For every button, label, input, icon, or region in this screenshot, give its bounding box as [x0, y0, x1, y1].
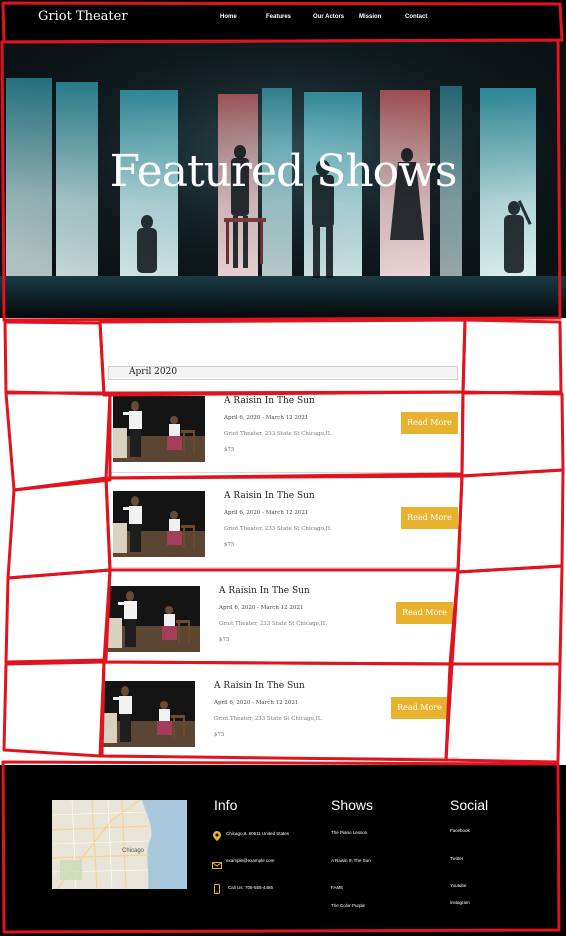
- divider: [108, 757, 458, 758]
- show-title[interactable]: A Raisin In The Sun: [224, 396, 315, 406]
- read-more-button[interactable]: Read More: [401, 412, 458, 434]
- nav-features[interactable]: Features: [266, 14, 291, 20]
- divider: [108, 567, 458, 568]
- twitter-link[interactable]: Twitter: [450, 856, 463, 861]
- show-price: $75: [214, 732, 225, 738]
- youtube-link[interactable]: Youtube: [450, 883, 466, 888]
- map-pin-icon: [213, 828, 221, 846]
- show-title[interactable]: A Raisin In The Sun: [214, 681, 305, 691]
- hero-title: Featured Shows: [109, 146, 458, 197]
- show-thumbnail[interactable]: [108, 586, 200, 652]
- show-card: A Raisin In The Sun April 6, 2020 - Marc…: [103, 681, 453, 759]
- read-more-button[interactable]: Read More: [396, 602, 453, 624]
- show-title[interactable]: A Raisin In The Sun: [219, 586, 310, 596]
- month-label: April 2020: [129, 367, 178, 377]
- show-price: $75: [224, 447, 235, 453]
- footer-show-link[interactable]: The Piano Lesson: [331, 830, 367, 835]
- show-dates: April 6, 2020 - March 12 2021: [224, 415, 309, 421]
- show-title[interactable]: A Raisin In The Sun: [224, 491, 315, 501]
- hero-banner: Featured Shows: [0, 40, 566, 318]
- month-header: April 2020: [108, 366, 458, 380]
- page: Griot Theater Home Features Our Actors M…: [0, 0, 566, 936]
- phone-icon: [214, 881, 220, 899]
- footer: Chicago Info Chicago,IL 60611 United Sta…: [0, 765, 566, 936]
- facebook-link[interactable]: Facebook: [450, 828, 470, 833]
- instagram-link[interactable]: instagram: [450, 900, 470, 905]
- shows-heading: Shows: [331, 797, 374, 813]
- info-phone: Call Us: 708-555-4465: [228, 885, 274, 890]
- nav-contact[interactable]: Contact: [405, 14, 427, 20]
- show-thumbnail[interactable]: [113, 491, 205, 557]
- envelope-icon: [212, 856, 222, 874]
- nav-home[interactable]: Home: [220, 14, 237, 20]
- nav-our-actors[interactable]: Our Actors: [313, 14, 344, 20]
- show-thumbnail[interactable]: [113, 396, 205, 462]
- show-card: A Raisin In The Sun April 6, 2020 - Marc…: [113, 491, 463, 569]
- show-thumbnail[interactable]: [103, 681, 195, 747]
- show-dates: April 6, 2020 - March 12 2021: [214, 700, 299, 706]
- brand-logo[interactable]: Griot Theater: [38, 9, 128, 24]
- show-dates: April 6, 2020 - March 12 2021: [224, 510, 309, 516]
- map-label: Chicago: [122, 848, 145, 854]
- info-heading: Info: [214, 797, 238, 813]
- footer-show-link[interactable]: A Raisin In The Sun: [331, 858, 371, 863]
- show-venue: Griot Theater, 233 State St Chicago,IL: [219, 621, 327, 627]
- read-more-button[interactable]: Read More: [391, 697, 448, 719]
- show-venue: Griot Theater, 233 State St Chicago,IL: [214, 716, 322, 722]
- info-email[interactable]: example@example.com: [226, 858, 274, 863]
- show-card: A Raisin In The Sun April 6, 2020 - Marc…: [108, 586, 458, 664]
- divider: [108, 662, 458, 663]
- show-price: $75: [224, 542, 235, 548]
- info-address: Chicago,IL 60611 United States: [226, 831, 290, 836]
- social-heading: Social: [450, 797, 489, 813]
- show-venue: Griot Theater, 233 State St Chicago,IL: [224, 431, 332, 437]
- footer-show-link[interactable]: The Color Purple: [331, 903, 365, 908]
- nav-mission[interactable]: Mission: [359, 14, 381, 20]
- show-card: A Raisin In The Sun April 6, 2020 - Marc…: [113, 396, 463, 474]
- top-nav: Griot Theater Home Features Our Actors M…: [0, 0, 566, 40]
- location-map[interactable]: Chicago: [52, 800, 187, 889]
- show-price: $75: [219, 637, 230, 643]
- divider: [108, 472, 458, 473]
- show-dates: April 6, 2020 - March 12 2021: [219, 605, 304, 611]
- show-venue: Griot Theater, 233 State St Chicago,IL: [224, 526, 332, 532]
- footer-show-link[interactable]: FAME: [331, 885, 343, 890]
- read-more-button[interactable]: Read More: [401, 507, 458, 529]
